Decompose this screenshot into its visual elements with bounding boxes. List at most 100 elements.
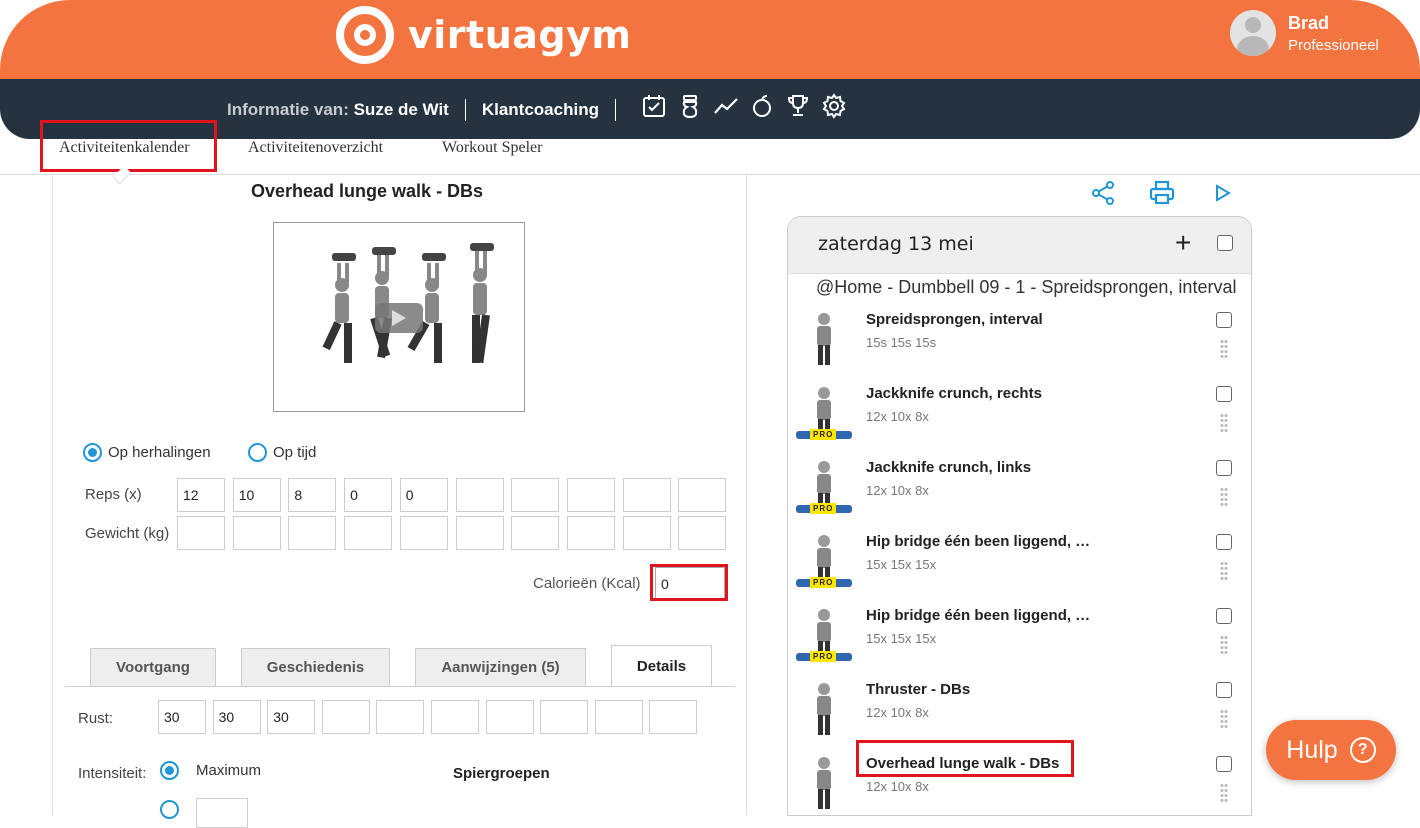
bottle-icon[interactable] — [676, 92, 704, 120]
klantcoaching-link[interactable]: Klantcoaching — [482, 100, 599, 120]
drag-handle-icon[interactable] — [1220, 487, 1228, 507]
virtuagym-logo[interactable]: virtuagym — [336, 6, 631, 64]
reps-label: Reps (x) — [85, 486, 142, 503]
tab-geschiedenis[interactable]: Geschiedenis — [241, 648, 390, 686]
intensity-label: Intensiteit: — [78, 765, 147, 782]
weight-input[interactable] — [678, 516, 727, 550]
radio-checked-icon — [83, 443, 102, 462]
reps-input[interactable]: 8 — [288, 478, 337, 512]
drag-handle-icon[interactable] — [1220, 561, 1228, 581]
radio-op-herhalingen[interactable]: Op herhalingen — [83, 443, 211, 462]
exercise-name[interactable]: Hip bridge één been liggend, … — [866, 607, 1090, 624]
reps-input[interactable]: 10 — [232, 478, 281, 512]
reps-input[interactable] — [678, 478, 727, 512]
weight-input[interactable] — [622, 516, 671, 550]
intensity-input[interactable] — [196, 798, 248, 828]
exercise-checkbox[interactable] — [1216, 608, 1232, 624]
tab-aanwijzingen[interactable]: Aanwijzingen (5) — [415, 648, 586, 686]
calendar-check-icon[interactable] — [640, 92, 668, 120]
tab-voortgang[interactable]: Voortgang — [90, 648, 216, 686]
reps-input[interactable]: 0 — [399, 478, 448, 512]
exercise-thumbnail: PRO — [792, 379, 856, 443]
weight-input[interactable] — [288, 516, 337, 550]
reps-input[interactable] — [622, 478, 671, 512]
pro-badge: PRO — [810, 503, 837, 514]
exercise-name[interactable]: Thruster - DBs — [866, 681, 970, 698]
list-item[interactable]: PRO Jackknife crunch, rechts 12x 10x 8x — [788, 377, 1251, 451]
rest-input[interactable] — [376, 700, 425, 734]
user-menu[interactable]: Brad Professioneel — [1230, 10, 1379, 56]
radio-op-tijd[interactable]: Op tijd — [248, 443, 316, 462]
rest-input[interactable] — [540, 700, 589, 734]
exercise-checkbox[interactable] — [1216, 386, 1232, 402]
drag-handle-icon[interactable] — [1220, 709, 1228, 729]
tab-details[interactable]: Details — [611, 645, 712, 687]
print-icon[interactable] — [1148, 180, 1176, 211]
weight-input[interactable] — [344, 516, 393, 550]
rest-input[interactable] — [431, 700, 479, 734]
play-icon[interactable] — [1212, 180, 1234, 211]
add-icon[interactable]: + — [1175, 229, 1191, 257]
exercise-name[interactable]: Jackknife crunch, links — [866, 459, 1031, 476]
weight-input[interactable] — [511, 516, 560, 550]
workout-name[interactable]: @Home - Dumbbell 09 - 1 - Spreidsprongen… — [816, 277, 1236, 298]
reps-input[interactable]: 12 — [177, 478, 225, 512]
trophy-icon[interactable] — [784, 92, 812, 120]
exercise-name[interactable]: Hip bridge één been liggend, … — [866, 533, 1090, 550]
drag-handle-icon[interactable] — [1220, 783, 1228, 803]
radio-unchecked-icon — [248, 443, 267, 462]
day-panel: zaterdag 13 mei + @Home - Dumbbell 09 - … — [787, 216, 1252, 816]
exercise-name[interactable]: Jackknife crunch, rechts — [866, 385, 1042, 402]
exercise-checkbox[interactable] — [1216, 460, 1232, 476]
rest-input[interactable]: 30 — [158, 700, 206, 734]
exercise-video[interactable] — [273, 222, 525, 412]
athlete-icon — [817, 683, 831, 735]
list-item[interactable]: Thruster - DBs 12x 10x 8x — [788, 673, 1251, 747]
list-item[interactable]: Spreidsprongen, interval 15s 15s 15s — [788, 303, 1251, 377]
drag-handle-icon[interactable] — [1220, 635, 1228, 655]
help-button[interactable]: Hulp ? — [1266, 720, 1396, 780]
chart-line-icon[interactable] — [712, 92, 740, 120]
list-item[interactable]: PRO Jackknife crunch, links 12x 10x 8x — [788, 451, 1251, 525]
exercise-name[interactable]: Spreidsprongen, interval — [866, 311, 1043, 328]
weight-input[interactable] — [566, 516, 615, 550]
exercise-thumbnail: PRO — [792, 601, 856, 665]
drag-handle-icon[interactable] — [1220, 413, 1228, 433]
select-all-checkbox[interactable] — [1217, 235, 1233, 251]
share-icon[interactable] — [1090, 180, 1116, 211]
radio-label: Maximum — [196, 762, 262, 779]
exercise-thumbnail: PRO — [792, 453, 856, 517]
exercise-checkbox[interactable] — [1216, 756, 1232, 772]
rest-input[interactable]: 30 — [267, 700, 316, 734]
rest-input[interactable]: 30 — [212, 700, 261, 734]
rest-input[interactable] — [649, 700, 698, 734]
weight-input[interactable] — [455, 516, 504, 550]
rest-input[interactable] — [485, 700, 534, 734]
list-item[interactable]: PRO Hip bridge één been liggend, … 15x 15x… — [788, 525, 1251, 599]
rest-input[interactable] — [594, 700, 643, 734]
apple-icon[interactable] — [748, 92, 776, 120]
exercise-checkbox[interactable] — [1216, 534, 1232, 550]
exercise-thumbnail: PRO — [792, 527, 856, 591]
exercise-checkbox[interactable] — [1216, 682, 1232, 698]
client-name[interactable]: Suze de Wit — [354, 100, 449, 120]
reps-input[interactable] — [566, 478, 615, 512]
drag-handle-icon[interactable] — [1220, 339, 1228, 359]
rest-input[interactable] — [321, 700, 370, 734]
list-item[interactable]: PRO Hip bridge één been liggend, … 15x 15x… — [788, 599, 1251, 673]
exercise-checkbox[interactable] — [1216, 312, 1232, 328]
reps-input[interactable]: 0 — [344, 478, 393, 512]
weight-input[interactable] — [399, 516, 448, 550]
tab-workout-speler[interactable]: Workout Speler — [442, 139, 542, 157]
exercise-sets: 12x 10x 8x — [866, 705, 929, 720]
reps-input[interactable] — [455, 478, 504, 512]
tab-activiteitenoverzicht[interactable]: Activiteitenoverzicht — [248, 139, 383, 157]
radio-intensity-custom[interactable] — [160, 800, 179, 819]
gear-icon[interactable] — [820, 92, 848, 120]
weight-input[interactable] — [177, 516, 225, 550]
top-header — [0, 0, 1420, 80]
radio-intensity-maximum[interactable]: Maximum — [160, 761, 261, 780]
weight-input[interactable] — [232, 516, 281, 550]
exercise-sets: 15x 15x 15x — [866, 631, 937, 646]
reps-input[interactable] — [511, 478, 560, 512]
